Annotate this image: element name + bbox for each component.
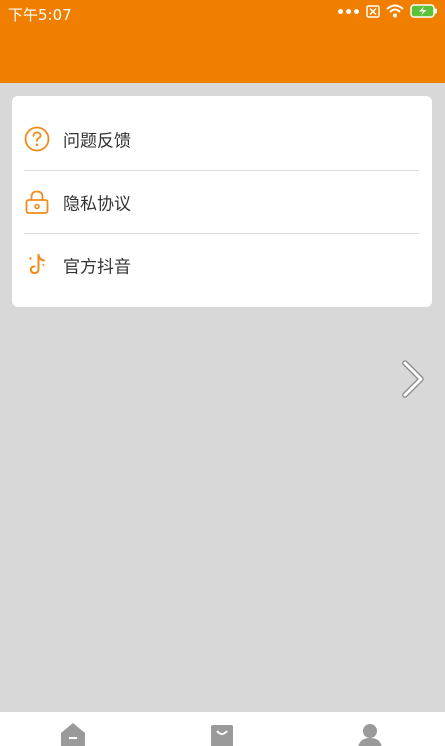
menu-item-label: 隐私协议 — [63, 194, 131, 215]
top-header: 下午5:07 ••• — [0, 0, 445, 83]
tiktok-icon — [24, 252, 50, 278]
menu-item-label: 问题反馈 — [63, 131, 131, 152]
status-time: 下午5:07 — [8, 6, 72, 24]
more-dots-icon: ••• — [336, 5, 361, 21]
sim-none-icon — [366, 3, 380, 22]
shopping-bag-icon[interactable] — [208, 722, 236, 746]
menu-item-douyin[interactable]: 官方抖音 — [12, 234, 432, 296]
menu-item-label: 官方抖音 — [63, 257, 131, 278]
status-icons: ••• — [336, 3, 438, 22]
bottom-tab-bar — [0, 712, 445, 746]
home-icon[interactable] — [59, 722, 87, 746]
question-circle-icon — [24, 126, 50, 152]
battery-charging-icon — [410, 3, 438, 22]
wifi-icon — [386, 3, 404, 22]
chevron-right-icon[interactable] — [399, 358, 429, 400]
user-icon[interactable] — [356, 722, 384, 746]
menu-item-feedback[interactable]: 问题反馈 — [12, 108, 432, 170]
settings-menu-card: 问题反馈 隐私协议 官方抖音 — [12, 96, 432, 307]
menu-item-privacy[interactable]: 隐私协议 — [12, 171, 432, 233]
lock-icon — [24, 189, 50, 215]
